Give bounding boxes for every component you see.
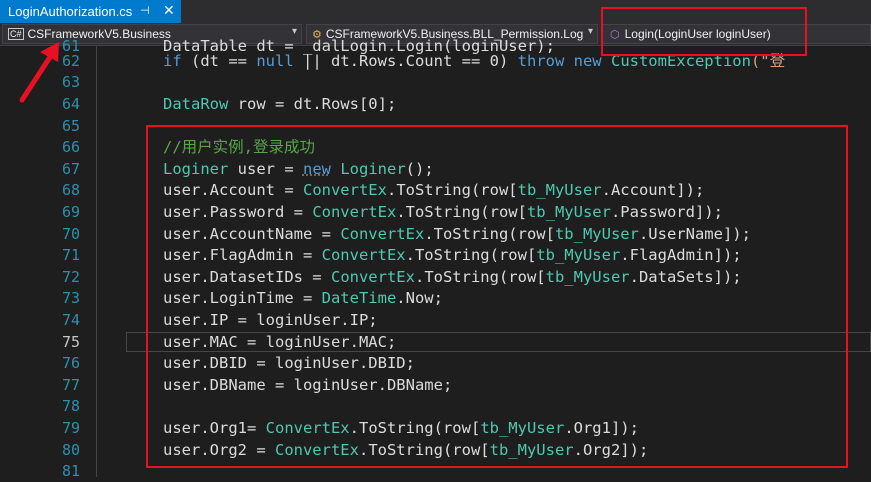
annotation-arrow <box>19 42 59 103</box>
